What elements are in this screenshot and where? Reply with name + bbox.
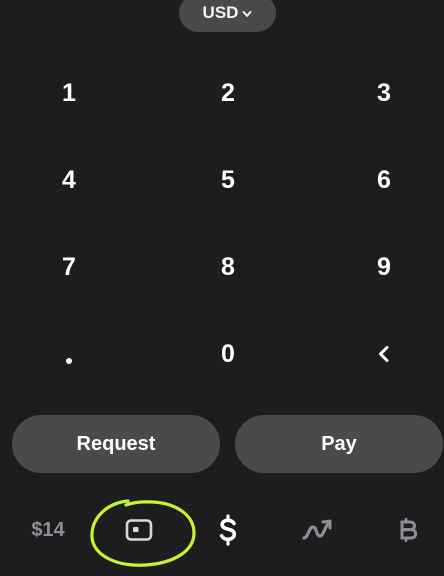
keypad-screen: USD 1 2 3 4 5 6 7 8 9 0 Request Pay $14 bbox=[0, 0, 444, 576]
tab-investing[interactable] bbox=[298, 510, 338, 550]
currency-selector[interactable]: USD bbox=[179, 0, 276, 32]
pay-button[interactable]: Pay bbox=[235, 415, 443, 473]
key-1[interactable]: 1 bbox=[24, 63, 114, 123]
key-8[interactable]: 8 bbox=[183, 237, 273, 297]
trend-icon bbox=[302, 519, 332, 540]
decimal-dot bbox=[66, 358, 72, 364]
currency-label: USD bbox=[202, 3, 239, 22]
key-decimal[interactable] bbox=[24, 324, 114, 384]
request-button[interactable]: Request bbox=[12, 415, 220, 473]
tab-bitcoin[interactable] bbox=[388, 510, 428, 550]
key-6[interactable]: 6 bbox=[339, 150, 429, 210]
backspace-chevron-icon bbox=[379, 346, 389, 362]
card-icon bbox=[125, 519, 153, 541]
bottom-tab-bar: $14 bbox=[0, 492, 444, 576]
key-backspace[interactable] bbox=[339, 324, 429, 384]
key-4[interactable]: 4 bbox=[24, 150, 114, 210]
key-9[interactable]: 9 bbox=[339, 237, 429, 297]
key-0[interactable]: 0 bbox=[183, 324, 273, 384]
key-2[interactable]: 2 bbox=[183, 63, 273, 123]
key-7[interactable]: 7 bbox=[24, 237, 114, 297]
dollar-icon bbox=[219, 514, 237, 546]
tab-balance[interactable]: $14 bbox=[18, 510, 78, 550]
key-3[interactable]: 3 bbox=[339, 63, 429, 123]
chevron-down-icon bbox=[242, 10, 252, 17]
tab-cash[interactable] bbox=[208, 510, 248, 550]
tab-card[interactable] bbox=[117, 510, 161, 550]
bitcoin-icon bbox=[400, 518, 418, 542]
key-5[interactable]: 5 bbox=[183, 150, 273, 210]
